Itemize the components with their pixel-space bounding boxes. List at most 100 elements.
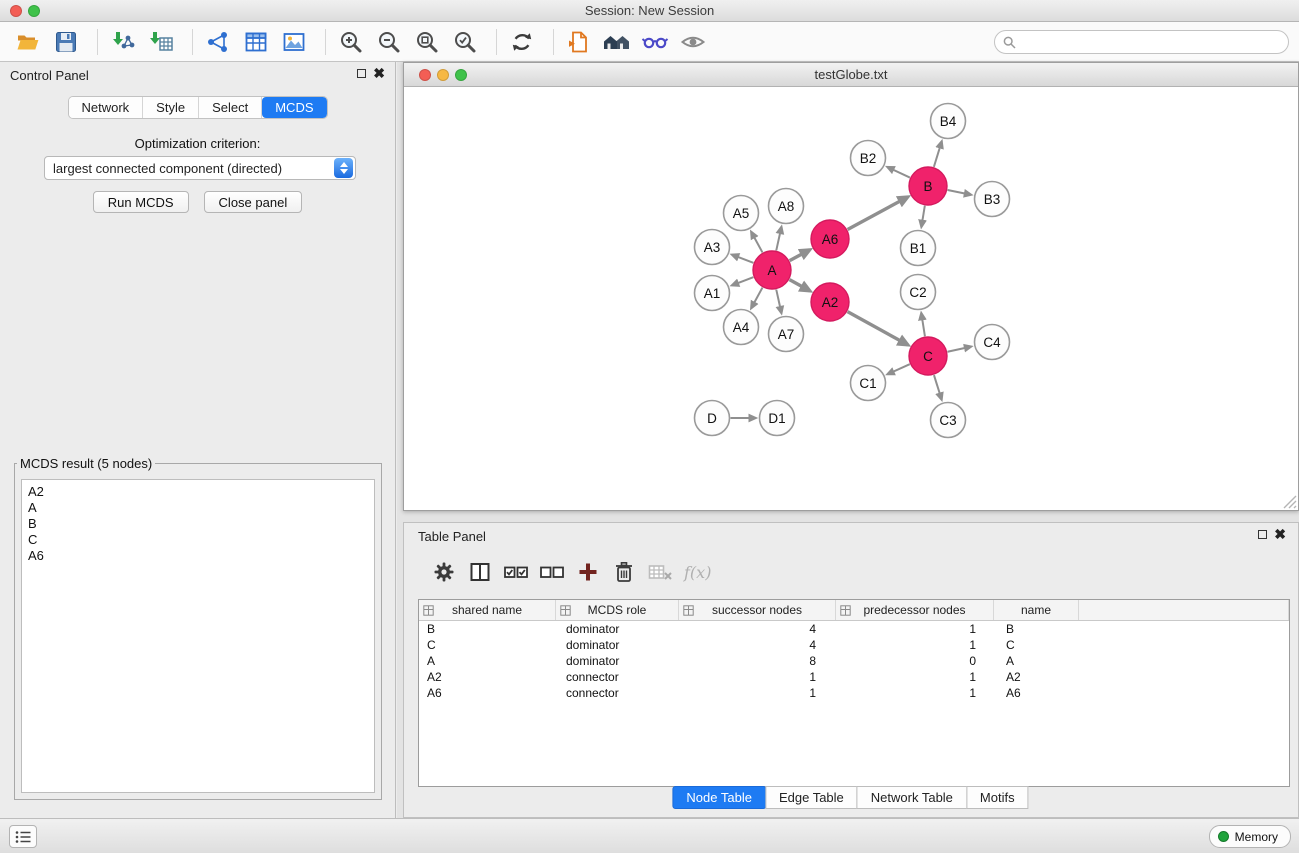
- network-node-A3[interactable]: A3: [695, 230, 730, 265]
- network-edge-C-C3[interactable]: [934, 375, 942, 399]
- network-node-C[interactable]: C: [909, 337, 947, 375]
- network-node-C1[interactable]: C1: [851, 366, 886, 401]
- network-edge-C-C2[interactable]: [921, 313, 925, 336]
- tab-mcds[interactable]: MCDS: [262, 97, 326, 118]
- zoom-selected-icon[interactable]: [449, 26, 481, 58]
- network-node-B2[interactable]: B2: [851, 141, 886, 176]
- search-field[interactable]: [994, 30, 1289, 54]
- table-row[interactable]: A6connector11A6: [419, 685, 1289, 701]
- network-node-B4[interactable]: B4: [931, 104, 966, 139]
- birdseye-view-icon[interactable]: [677, 26, 709, 58]
- select-all-rows-icon[interactable]: [498, 556, 534, 588]
- network-node-C3[interactable]: C3: [931, 403, 966, 438]
- function-builder-icon[interactable]: f(x): [684, 563, 711, 582]
- table-row[interactable]: Adominator80A: [419, 653, 1289, 669]
- mcds-result-item[interactable]: A6: [28, 548, 368, 564]
- zoom-out-icon[interactable]: [373, 26, 405, 58]
- network-edge-B-B1[interactable]: [921, 206, 924, 227]
- mcds-result-list[interactable]: A2ABCA6: [21, 479, 375, 793]
- column-header-predecessor-nodes[interactable]: predecessor nodes: [836, 600, 994, 620]
- table-settings-gear-icon[interactable]: [426, 556, 462, 588]
- memory-button[interactable]: Memory: [1209, 825, 1291, 848]
- close-table-panel-icon[interactable]: ✖: [1274, 529, 1286, 539]
- zoom-window-button[interactable]: [28, 5, 40, 17]
- close-panel-icon[interactable]: ✖: [373, 68, 385, 78]
- search-input[interactable]: [1021, 35, 1280, 49]
- network-edge-A2-C[interactable]: [848, 312, 908, 345]
- network-node-A1[interactable]: A1: [695, 276, 730, 311]
- network-zoom-button[interactable]: [455, 69, 467, 81]
- open-session-icon[interactable]: [12, 26, 44, 58]
- column-header-name[interactable]: name: [994, 600, 1079, 620]
- network-edge-A-A8[interactable]: [776, 227, 781, 250]
- network-edge-B-B3[interactable]: [948, 190, 971, 195]
- network-edge-A-A4[interactable]: [751, 288, 762, 309]
- mcds-result-item[interactable]: B: [28, 516, 368, 532]
- delete-table-icon[interactable]: [642, 556, 678, 588]
- table-row[interactable]: A2connector11A2: [419, 669, 1289, 685]
- network-close-button[interactable]: [419, 69, 431, 81]
- close-window-button[interactable]: [10, 5, 22, 17]
- network-node-D1[interactable]: D1: [760, 401, 795, 436]
- network-node-B3[interactable]: B3: [975, 182, 1010, 217]
- network-node-C4[interactable]: C4: [975, 325, 1010, 360]
- network-node-A8[interactable]: A8: [769, 189, 804, 224]
- delete-column-trash-icon[interactable]: [606, 556, 642, 588]
- import-table-from-file-icon[interactable]: [145, 26, 177, 58]
- network-edge-A-A3[interactable]: [732, 255, 753, 263]
- network-edge-A-A1[interactable]: [732, 277, 753, 285]
- tab-select[interactable]: Select: [199, 97, 262, 118]
- show-columns-icon[interactable]: [462, 556, 498, 588]
- network-node-A5[interactable]: A5: [724, 196, 759, 231]
- network-node-A4[interactable]: A4: [724, 310, 759, 345]
- float-table-panel-icon[interactable]: [1258, 530, 1267, 539]
- tab-network-table[interactable]: Network Table: [857, 786, 967, 809]
- new-table-icon[interactable]: [240, 26, 272, 58]
- column-header-successor-nodes[interactable]: successor nodes: [679, 600, 836, 620]
- new-network-icon[interactable]: [202, 26, 234, 58]
- network-edge-C-C4[interactable]: [948, 347, 971, 352]
- resize-grip-icon[interactable]: [1283, 495, 1297, 509]
- network-node-A6[interactable]: A6: [811, 220, 849, 258]
- task-history-button[interactable]: [9, 825, 37, 848]
- network-edge-A-A5[interactable]: [751, 232, 762, 253]
- save-session-icon[interactable]: [50, 26, 82, 58]
- network-node-A7[interactable]: A7: [769, 317, 804, 352]
- table-row[interactable]: Bdominator41B: [419, 621, 1289, 637]
- tab-network[interactable]: Network: [68, 97, 143, 118]
- network-node-A2[interactable]: A2: [811, 283, 849, 321]
- network-edge-A-A7[interactable]: [776, 290, 781, 313]
- network-edge-A-A6[interactable]: [790, 250, 810, 261]
- criterion-dropdown[interactable]: largest connected component (directed): [44, 156, 356, 180]
- float-panel-icon[interactable]: [357, 69, 366, 78]
- network-node-B1[interactable]: B1: [901, 231, 936, 266]
- close-panel-button[interactable]: Close panel: [204, 191, 303, 213]
- network-node-C2[interactable]: C2: [901, 275, 936, 310]
- network-minimize-button[interactable]: [437, 69, 449, 81]
- network-node-D[interactable]: D: [695, 401, 730, 436]
- tab-node-table[interactable]: Node Table: [672, 786, 766, 809]
- network-edge-C-C1[interactable]: [888, 364, 910, 374]
- table-row[interactable]: Cdominator41C: [419, 637, 1289, 653]
- network-edge-A6-B[interactable]: [848, 197, 908, 230]
- mcds-result-item[interactable]: C: [28, 532, 368, 548]
- mcds-result-item[interactable]: A: [28, 500, 368, 516]
- deselect-all-rows-icon[interactable]: [534, 556, 570, 588]
- create-column-icon[interactable]: [570, 556, 606, 588]
- network-canvas[interactable]: B4 B2 B B3 A5 A8A6 B1 A3 A C2 A1 A2 A4 A7 C4 C C1 C3 D D1: [404, 87, 1298, 510]
- network-edge-B-B4[interactable]: [934, 142, 942, 167]
- mcds-result-item[interactable]: A2: [28, 484, 368, 500]
- import-network-from-file-icon[interactable]: [107, 26, 139, 58]
- network-edge-A-A2[interactable]: [790, 280, 810, 291]
- zoom-in-icon[interactable]: [335, 26, 367, 58]
- refresh-layout-icon[interactable]: [506, 26, 538, 58]
- column-header-shared-name[interactable]: shared name: [419, 600, 556, 620]
- export-image-icon[interactable]: [278, 26, 310, 58]
- tab-motifs[interactable]: Motifs: [966, 786, 1029, 809]
- tab-style[interactable]: Style: [143, 97, 199, 118]
- network-node-B[interactable]: B: [909, 167, 947, 205]
- toggle-details-icon[interactable]: [639, 26, 671, 58]
- home-layout-icon[interactable]: [601, 26, 633, 58]
- network-node-A[interactable]: A: [753, 251, 791, 289]
- tab-edge-table[interactable]: Edge Table: [765, 786, 858, 809]
